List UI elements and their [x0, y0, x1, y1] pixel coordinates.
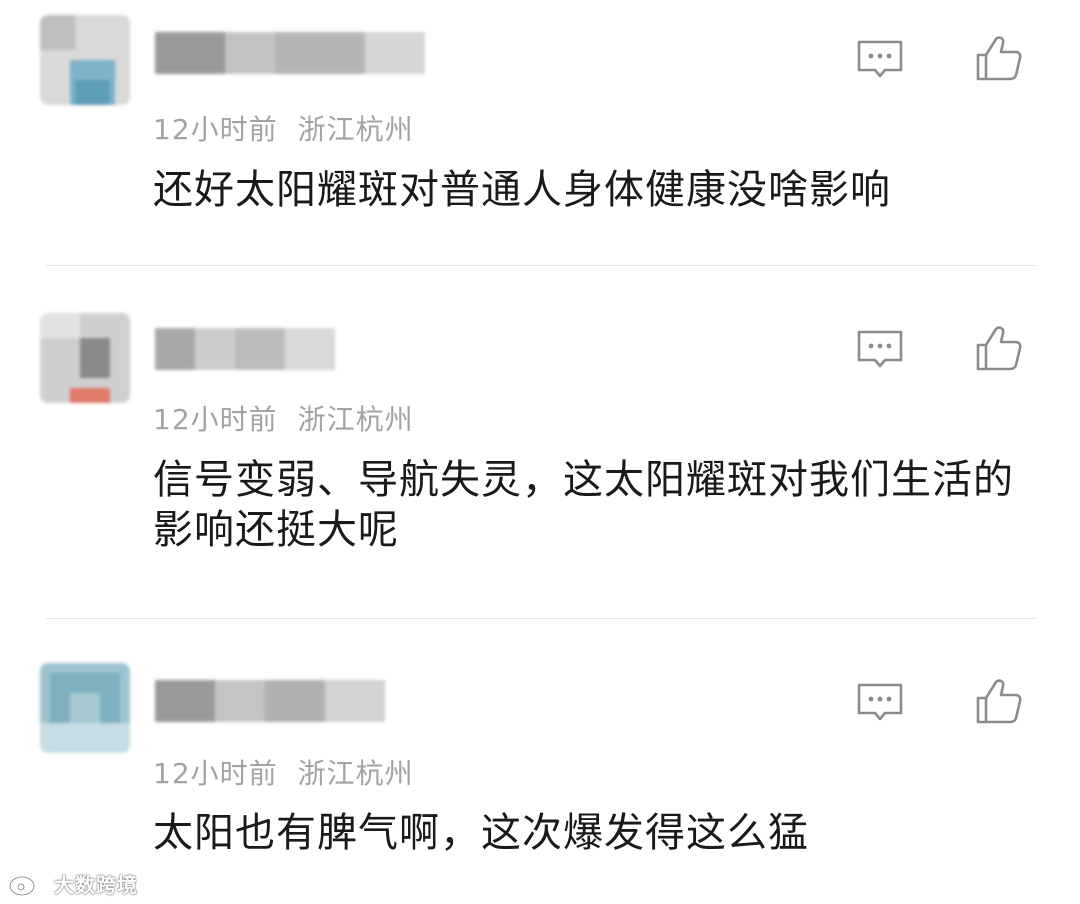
username[interactable]: [155, 328, 335, 370]
username-pixel: [155, 328, 195, 370]
comment-text: 还好太阳耀斑对普通人身体健康没啥影响: [153, 167, 891, 213]
like-button[interactable]: [968, 320, 1028, 376]
comment-bubble-icon: [857, 683, 903, 721]
comment-location: 浙江杭州: [297, 113, 414, 146]
weibo-logo-icon: [8, 872, 44, 897]
comment-meta: 12小时前 浙江杭州: [153, 398, 414, 438]
watermark-text: 大数跨境: [54, 872, 138, 897]
avatar[interactable]: [40, 313, 130, 403]
comment-text: 信号变弱、导航失灵，这太阳耀斑对我们生活的影响还挺大呢: [153, 457, 1014, 553]
like-button[interactable]: [968, 673, 1028, 729]
username-pixel: [215, 680, 265, 722]
divider: [46, 618, 1036, 619]
username-pixel: [265, 680, 325, 722]
like-button[interactable]: [968, 30, 1028, 86]
username-pixel: [235, 328, 285, 370]
username-pixel: [225, 32, 275, 74]
avatar-pixel: [40, 313, 80, 338]
comment-location: 浙江杭州: [297, 757, 414, 790]
comment-location: 浙江杭州: [297, 403, 414, 436]
avatar-pixel: [80, 338, 110, 378]
reply-button[interactable]: [850, 32, 910, 88]
username-pixel: [155, 32, 225, 74]
username-pixel: [325, 680, 385, 722]
comment-time: 12小时前: [153, 113, 278, 146]
comment-meta: 12小时前 浙江杭州: [153, 752, 414, 792]
watermark: 大数跨境: [8, 866, 138, 900]
avatar[interactable]: [40, 663, 130, 753]
avatar-pixel: [40, 723, 130, 753]
avatar-pixel: [70, 693, 100, 723]
comment-meta: 12小时前 浙江杭州: [153, 108, 414, 148]
username-pixel: [285, 328, 335, 370]
comment-bubble-icon: [857, 40, 903, 78]
username-pixel: [195, 328, 235, 370]
comment-text: 太阳也有脾气啊，这次爆发得这么猛: [153, 810, 809, 856]
avatar-pixel: [75, 80, 110, 105]
avatar-pixel: [40, 15, 75, 50]
reply-button[interactable]: [850, 675, 910, 731]
avatar[interactable]: [40, 15, 130, 105]
username-pixel: [155, 680, 215, 722]
comment-time: 12小时前: [153, 403, 278, 436]
username[interactable]: [155, 680, 385, 722]
thumbs-up-icon: [976, 679, 1022, 724]
thumbs-up-icon: [976, 36, 1022, 81]
username[interactable]: [155, 32, 425, 74]
comment-time: 12小时前: [153, 757, 278, 790]
thumbs-up-icon: [976, 326, 1022, 371]
username-pixel: [365, 32, 425, 74]
username-pixel: [275, 32, 365, 74]
comment-bubble-icon: [857, 330, 903, 368]
avatar-pixel: [70, 388, 110, 403]
divider: [46, 265, 1036, 266]
reply-button[interactable]: [850, 322, 910, 378]
